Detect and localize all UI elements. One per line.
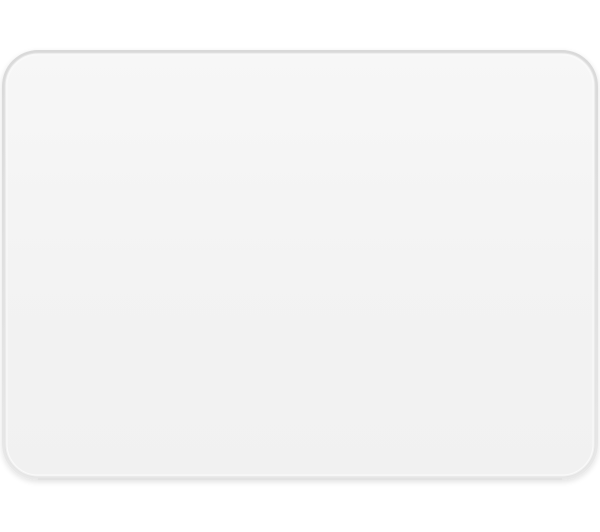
trackpad-device-illustration (2, 50, 598, 480)
product-image-canvas (0, 0, 600, 532)
trackpad-surface (4, 52, 596, 478)
